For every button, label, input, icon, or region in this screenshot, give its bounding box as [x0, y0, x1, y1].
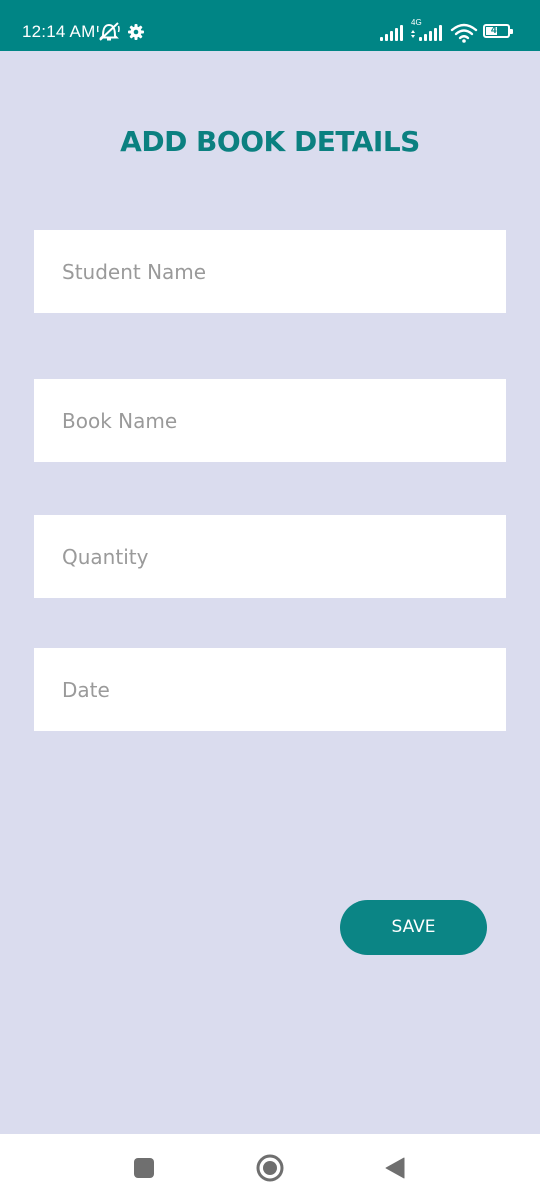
status-bar: 12:14 AM 4G 49	[0, 0, 540, 51]
gear-icon	[128, 24, 144, 40]
home-icon[interactable]	[256, 1154, 284, 1182]
page-title: ADD BOOK DETAILS	[120, 125, 420, 158]
signal-icon	[380, 25, 403, 41]
battery-icon: 49	[483, 24, 513, 38]
signal-icon	[411, 25, 442, 41]
recent-apps-icon[interactable]	[134, 1158, 154, 1178]
date-input[interactable]	[34, 648, 506, 731]
save-button[interactable]: SAVE	[340, 900, 487, 955]
navigation-bar	[0, 1134, 540, 1200]
battery-level-text: 49	[490, 25, 503, 36]
back-icon[interactable]	[384, 1156, 406, 1180]
status-time: 12:14 AM	[22, 22, 96, 41]
mute-icon	[97, 22, 120, 41]
quantity-input[interactable]	[34, 515, 506, 598]
student-name-input[interactable]	[34, 230, 506, 313]
wifi-icon	[450, 23, 478, 43]
book-name-input[interactable]	[34, 379, 506, 462]
